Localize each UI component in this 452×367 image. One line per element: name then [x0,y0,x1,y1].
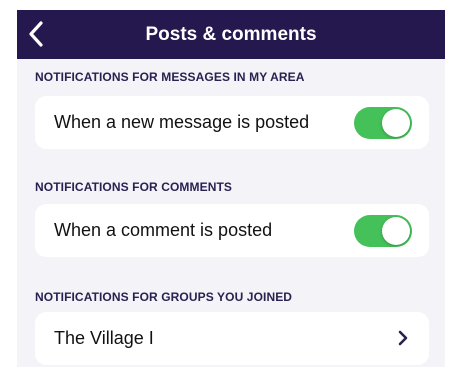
chevron-right-icon [398,330,408,346]
setting-label: When a new message is posted [54,112,310,132]
setting-label: When a comment is posted [54,220,273,240]
new-message-toggle[interactable] [354,107,412,139]
toggle-knob [382,109,410,137]
chevron-left-icon [29,21,43,47]
setting-row-new-message: When a new message is posted [35,96,429,149]
page-title: Posts & comments [145,24,317,45]
section-header-groups: NOTIFICATIONS FOR GROUPS YOU JOINED [35,290,293,304]
back-button[interactable] [25,19,49,49]
setting-row-comment: When a comment is posted [35,204,429,257]
group-row-the-village[interactable]: The Village I [35,312,429,365]
navigation-bar: Posts & comments [17,10,445,59]
group-name: The Village I [54,328,154,348]
settings-screen: Posts & comments NOTIFICATIONS FOR MESSA… [17,10,445,367]
section-header-messages: NOTIFICATIONS FOR MESSAGES IN MY AREA [35,70,305,84]
section-header-comments: NOTIFICATIONS FOR COMMENTS [35,180,233,194]
toggle-knob [382,217,410,245]
comment-toggle[interactable] [354,215,412,247]
